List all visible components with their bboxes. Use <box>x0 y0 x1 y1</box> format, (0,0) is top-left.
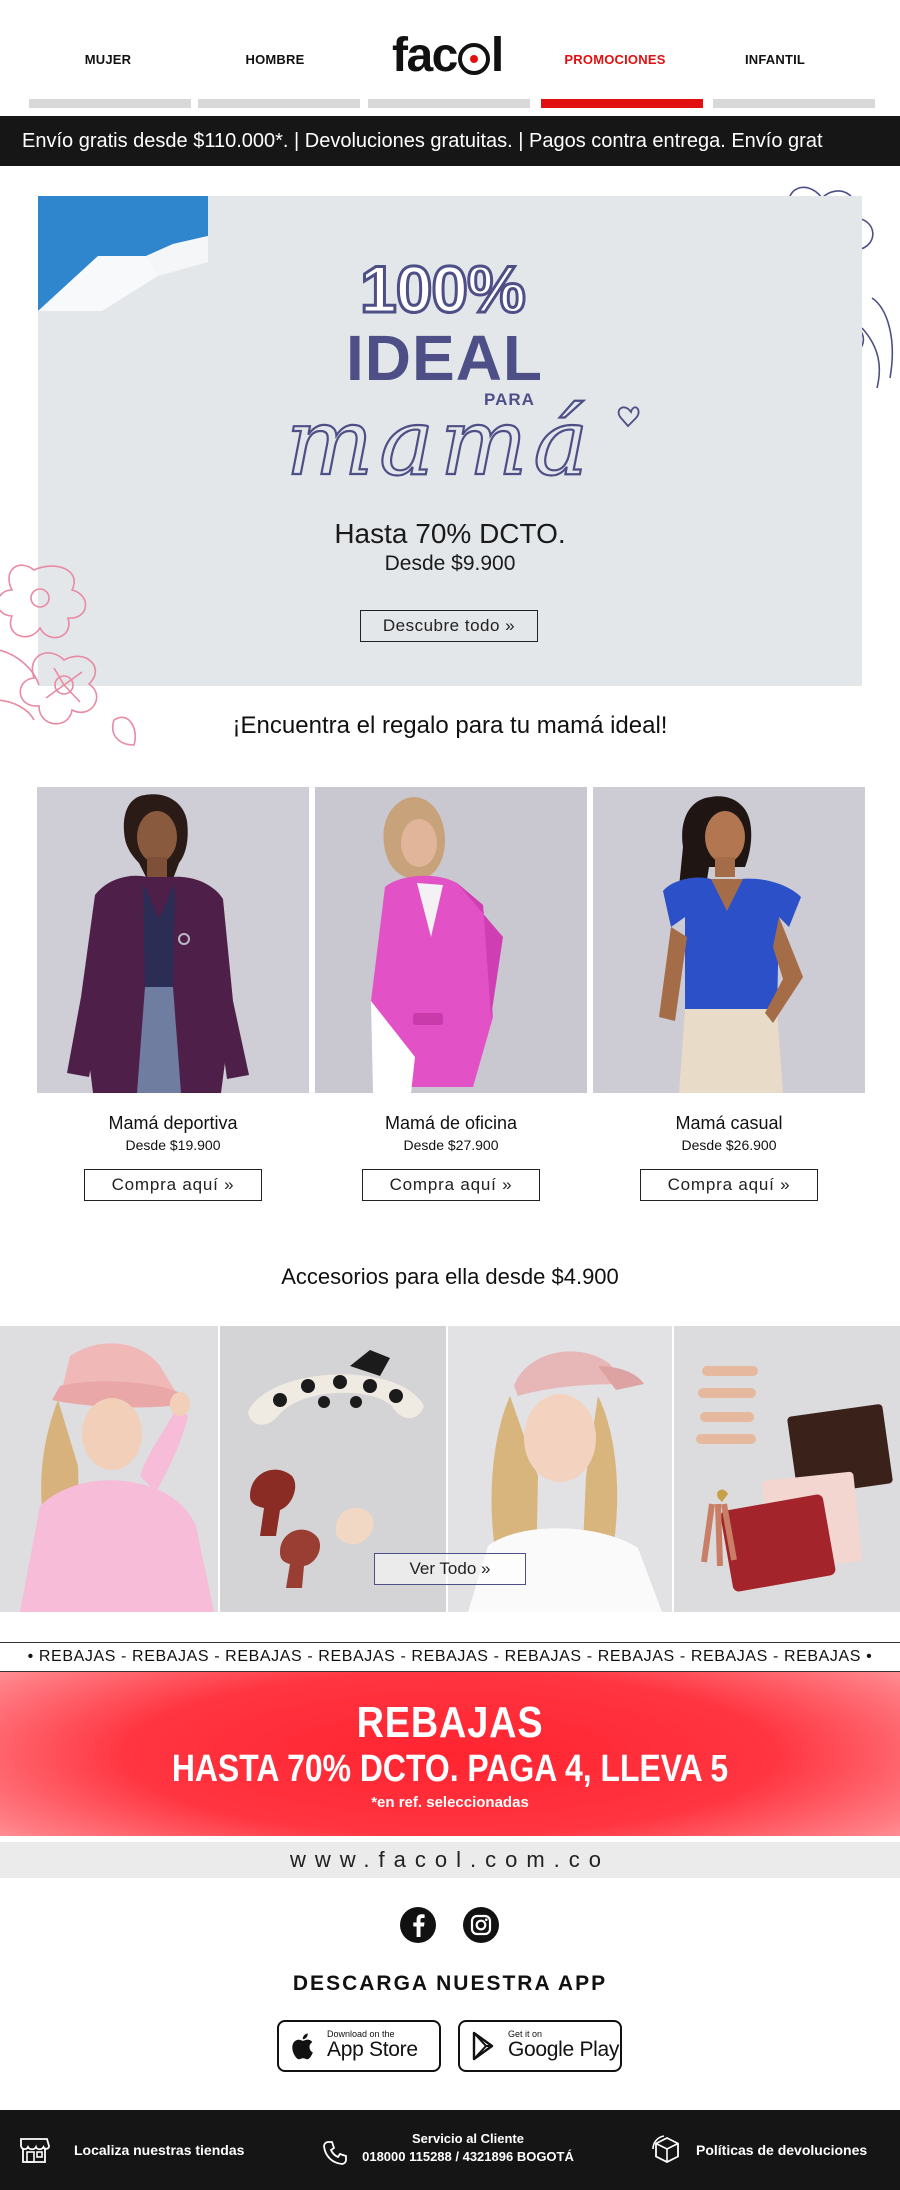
model-bucket-hat-image <box>0 1326 218 1612</box>
footer-bar: Localiza nuestras tiendas Servicio al Cl… <box>0 2110 900 2190</box>
logo-text-end: l <box>490 28 504 82</box>
accessory-photo-hat[interactable] <box>0 1326 218 1612</box>
footer-returns-policy[interactable]: Políticas de devoluciones <box>652 2110 867 2190</box>
hero-ideal-text: IDEAL <box>346 322 543 394</box>
hero-percent-text: 100% <box>359 252 528 326</box>
top-navigation: MUJER HOMBRE fac l PROMOCIONES INFANTIL <box>0 0 900 116</box>
instagram-icon[interactable] <box>461 1905 501 1945</box>
footer-customer-service[interactable]: Servicio al Cliente 018000 115288 / 4321… <box>352 2130 584 2166</box>
website-url-link[interactable]: www.facol.com.co <box>0 1842 900 1878</box>
product-card-oficina[interactable]: Mamá de oficina Desde $27.900 Compra aqu… <box>315 787 587 1201</box>
logo-o-mark <box>457 43 490 75</box>
product-name-oficina: Mamá de oficina <box>384 1113 518 1133</box>
nav-item-infantil[interactable]: INFANTIL <box>694 52 856 67</box>
google-play-button[interactable]: Get it on Google Play <box>458 2020 622 2072</box>
apple-icon <box>292 2033 313 2060</box>
return-box-icon <box>652 2135 679 2164</box>
app-store-label: App Store <box>327 2038 418 2062</box>
product-price-casual: Desde $26.900 <box>681 1137 777 1153</box>
google-play-icon <box>472 2031 494 2061</box>
rebajas-subtitle: HASTA 70% DCTO. PAGA 4, LLEVA 5 <box>171 1748 729 1790</box>
model-oficina-image <box>315 787 587 1093</box>
rebajas-marquee-text: • REBAJAS - REBAJAS - REBAJAS - REBAJAS … <box>27 1648 873 1665</box>
accessory-photo-wallets[interactable] <box>674 1326 900 1612</box>
product-price-deportiva: Desde $19.900 <box>125 1137 221 1153</box>
nav-item-promociones[interactable]: PROMOCIONES <box>534 52 696 67</box>
buy-button-casual[interactable]: Compra aquí » <box>640 1169 818 1201</box>
nav-underline-logo <box>368 99 530 108</box>
wallets-clips-image <box>674 1326 900 1612</box>
footer-store-locator-label: Localiza nuestras tiendas <box>74 2142 245 2158</box>
rebajas-title: REBAJAS <box>356 1698 544 1747</box>
product-photo-deportiva[interactable] <box>37 787 309 1093</box>
app-download-title: DESCARGA NUESTRA APP <box>292 1972 608 1995</box>
hero-banner[interactable]: 100% IDEAL mamá PARA Hasta 70% DCTO. Des… <box>38 196 862 686</box>
model-deportiva-image <box>37 787 309 1093</box>
model-casual-image <box>593 787 865 1093</box>
logo-text-start: fac <box>392 28 458 82</box>
buy-button-deportiva[interactable]: Compra aquí » <box>84 1169 262 1201</box>
product-card-casual[interactable]: Mamá casual Desde $26.900 Compra aquí » <box>593 787 865 1201</box>
product-name-deportiva: Mamá deportiva <box>108 1113 238 1133</box>
facebook-icon[interactable] <box>398 1905 438 1945</box>
discover-all-button[interactable]: Descubre todo » <box>360 610 538 642</box>
hero-mama-script: mamá <box>285 388 640 494</box>
nav-underline-hombre <box>198 99 360 108</box>
view-all-accessories-button[interactable]: Ver Todo » <box>374 1553 526 1585</box>
nav-underline-infantil <box>713 99 875 108</box>
blue-ribbon-decoration <box>38 196 208 311</box>
app-store-button[interactable]: Download on the App Store <box>277 2020 441 2072</box>
footer-service-phone: 018000 115288 / 4321896 BOGOTÁ <box>362 2149 574 2164</box>
nav-underline-mujer <box>29 99 191 108</box>
product-photo-oficina[interactable] <box>315 787 587 1093</box>
footer-store-locator[interactable]: Localiza nuestras tiendas <box>18 2110 244 2190</box>
product-price-oficina: Desde $27.900 <box>403 1137 499 1153</box>
product-name-casual: Mamá casual <box>675 1113 783 1133</box>
buy-button-oficina[interactable]: Compra aquí » <box>362 1169 540 1201</box>
product-card-deportiva[interactable]: Mamá deportiva Desde $19.900 Compra aquí… <box>37 787 309 1201</box>
product-photo-casual[interactable] <box>593 787 865 1093</box>
phone-icon <box>323 2141 347 2165</box>
hero-script-word: mamá <box>286 389 594 494</box>
google-play-label: Google Play <box>508 2038 620 2062</box>
gift-section-title: ¡Encuentra el regalo para tu mamá ideal! <box>232 712 668 739</box>
footer-returns-label: Políticas de devoluciones <box>696 2142 868 2158</box>
facol-logo[interactable]: fac l <box>392 26 510 84</box>
rebajas-note: *en ref. seleccionadas <box>371 1794 529 1811</box>
nav-underline-promociones <box>541 99 703 108</box>
shipping-ticker: Envío gratis desde $110.000*. | Devoluci… <box>0 116 900 166</box>
store-icon <box>20 2138 50 2163</box>
rebajas-marquee: • REBAJAS - REBAJAS - REBAJAS - REBAJAS … <box>0 1642 900 1672</box>
hero-from-price: Desde $9.900 <box>384 552 516 575</box>
accessories-title: Accesorios para ella desde $4.900 <box>281 1264 619 1289</box>
rebajas-banner[interactable]: REBAJAS HASTA 70% DCTO. PAGA 4, LLEVA 5 … <box>0 1672 900 1836</box>
footer-service-title: Servicio al Cliente <box>412 2131 524 2146</box>
nav-item-hombre[interactable]: HOMBRE <box>194 52 356 67</box>
hero-discount-text: Hasta 70% DCTO. <box>334 518 566 549</box>
nav-item-mujer[interactable]: MUJER <box>27 52 189 67</box>
ticker-text: Envío gratis desde $110.000*. | Devoluci… <box>22 130 823 152</box>
hero-para-text: PARA <box>484 390 535 409</box>
